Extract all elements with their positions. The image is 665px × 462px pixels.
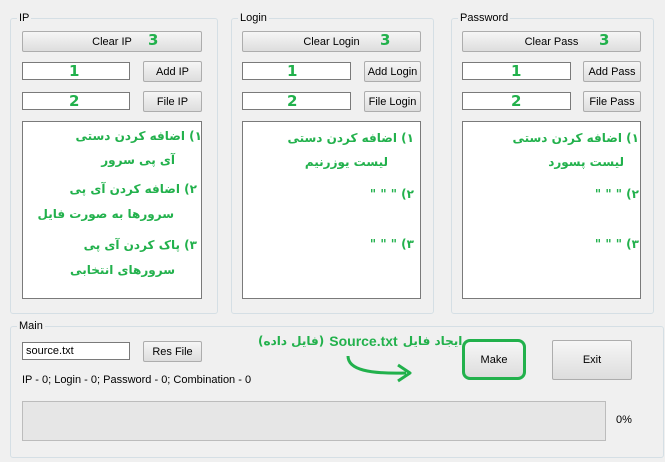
annotation-pass-file-2: 2 <box>511 92 522 110</box>
annotation-pass-note1-line2: لیست پسورد <box>548 155 624 169</box>
exit-button[interactable]: Exit <box>552 340 632 380</box>
file-pass-button[interactable]: File Pass <box>583 91 641 112</box>
annotation-login-note3: ۳) " " " <box>369 237 414 251</box>
progress-bar <box>22 401 606 441</box>
annotation-pass-note3: ۳) " " " <box>594 237 639 251</box>
add-ip-button[interactable]: Add IP <box>143 61 202 82</box>
make-button[interactable]: Make <box>462 339 526 380</box>
annotation-ip-clear-3: 3 <box>148 31 159 49</box>
annotation-pass-note1-line1: ۱) اضافه کردن دستی <box>512 131 639 145</box>
annotation-login-note2: ۲) " " " <box>369 187 414 201</box>
password-list[interactable] <box>462 121 641 299</box>
annotation-login-file-2: 2 <box>287 92 298 110</box>
arrow-right-icon <box>346 355 412 383</box>
annotation-make-note: (فایل داده) Source.txt ایجاد فایل <box>258 333 462 349</box>
status-text: IP - 0; Login - 0; Password - 0; Combina… <box>22 374 252 386</box>
annotation-make-note-prefix: ایجاد فایل <box>402 334 463 348</box>
progress-percent: 0% <box>616 414 632 426</box>
login-list[interactable] <box>242 121 421 299</box>
annotation-ip-note2-line2: سرورها به صورت فایل <box>37 207 174 221</box>
annotation-ip-file-2: 2 <box>69 92 80 110</box>
annotation-login-add-1: 1 <box>287 62 298 80</box>
add-login-button[interactable]: Add Login <box>364 61 421 82</box>
annotation-login-note1-line2: لیست یوزرنیم <box>304 155 388 169</box>
file-ip-button[interactable]: File IP <box>143 91 202 112</box>
annotation-ip-note2-line1: ۲) اضافه کردن آی پی <box>69 182 197 196</box>
res-file-button[interactable]: Res File <box>143 341 202 362</box>
main-group-title: Main <box>17 319 45 333</box>
annotation-ip-note1-line2: آی پی سرور <box>101 153 175 167</box>
annotation-ip-note1-line1: ۱) اضافه کردن دستی <box>75 129 202 143</box>
clear-pass-button[interactable]: Clear Pass <box>462 31 641 52</box>
password-group-title: Password <box>458 11 511 25</box>
add-pass-button[interactable]: Add Pass <box>583 61 641 82</box>
clear-login-button[interactable]: Clear Login <box>242 31 421 52</box>
login-group-title: Login <box>238 11 269 25</box>
clear-ip-button[interactable]: Clear IP <box>22 31 202 52</box>
source-file-input[interactable]: source.txt <box>22 342 130 360</box>
annotation-login-clear-3: 3 <box>380 31 391 49</box>
annotation-ip-add-1: 1 <box>69 62 80 80</box>
ip-group-title: IP <box>17 11 32 25</box>
annotation-ip-note3-line1: ۳) پاک کردن آی پی <box>83 238 197 252</box>
file-login-button[interactable]: File Login <box>364 91 421 112</box>
annotation-make-note-suffix: (فایل داده) <box>258 334 325 348</box>
annotation-pass-note2: ۲) " " " <box>594 187 639 201</box>
annotation-ip-note3-line2: سرورهای انتخابی <box>70 263 175 277</box>
annotation-pass-add-1: 1 <box>511 62 522 80</box>
annotation-make-note-file: Source.txt <box>329 333 398 349</box>
annotation-pass-clear-3: 3 <box>599 31 610 49</box>
annotation-login-note1-line1: ۱) اضافه کردن دستی <box>287 131 414 145</box>
